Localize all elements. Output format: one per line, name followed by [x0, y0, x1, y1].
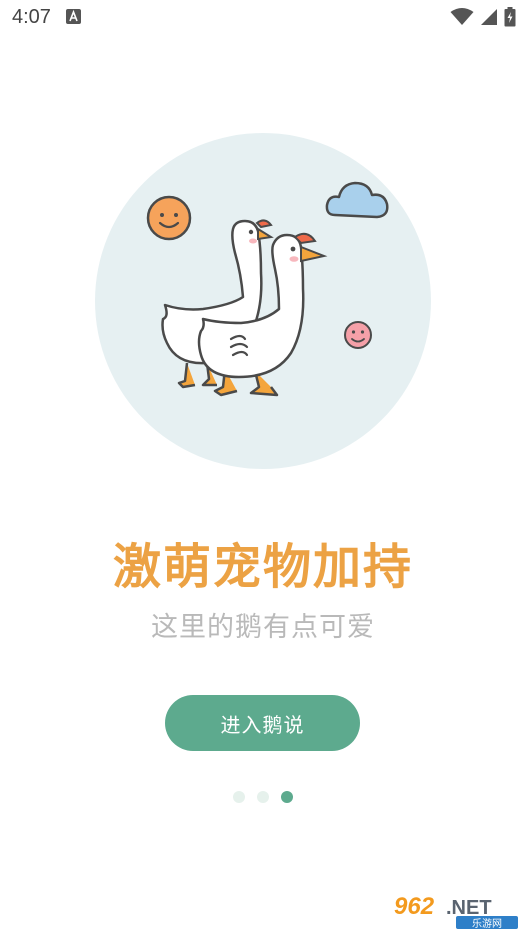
wifi-icon	[450, 8, 474, 25]
headline: 激萌宠物加持	[112, 539, 413, 595]
smiley-sun-icon	[146, 195, 192, 241]
page-dot[interactable]	[233, 791, 245, 803]
watermark-logo: 962 .NET 乐游网	[390, 890, 522, 930]
cell-signal-icon	[481, 9, 497, 25]
svg-text:乐游网: 乐游网	[472, 917, 502, 930]
status-time: 4:07	[12, 6, 51, 28]
pink-smiley-icon	[344, 321, 372, 349]
enter-button[interactable]: 进入鹅说	[165, 695, 360, 751]
battery-charging-icon	[504, 7, 516, 27]
geese-illustration	[95, 133, 431, 469]
a-notification-icon	[66, 9, 81, 24]
status-bar: 4:07	[0, 0, 526, 36]
page-dot-active[interactable]	[281, 791, 293, 803]
svg-text:.NET: .NET	[446, 897, 492, 919]
page-indicator	[0, 791, 526, 803]
page-dot[interactable]	[257, 791, 269, 803]
subline: 这里的鹅有点可爱	[151, 612, 375, 643]
status-icons	[450, 7, 516, 27]
svg-text:962: 962	[394, 893, 435, 920]
